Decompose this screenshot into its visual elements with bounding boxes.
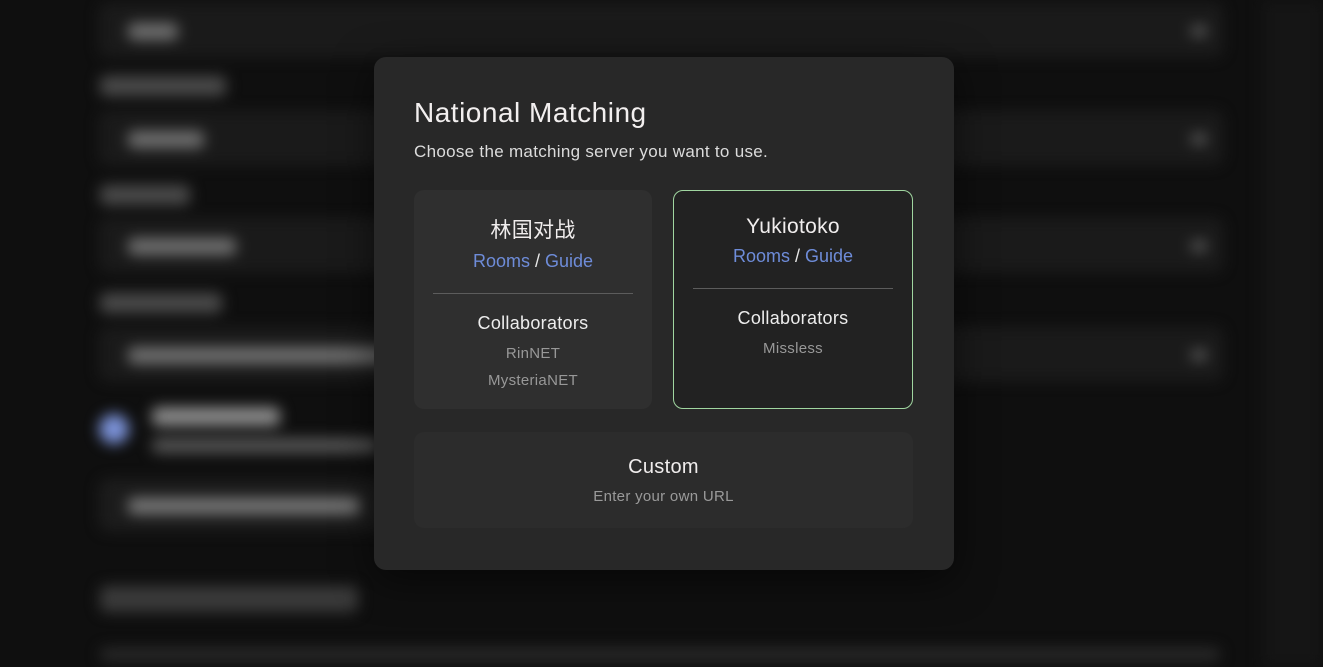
button-label-blur — [128, 498, 360, 514]
server-card-yukiotoko-selected[interactable]: Yukiotoko Rooms / Guide Collaborators Mi… — [673, 190, 913, 409]
guide-link[interactable]: Guide — [805, 246, 853, 266]
field-value-blur — [128, 23, 178, 40]
dialog-title: National Matching — [414, 97, 914, 129]
server-links: Rooms / Guide — [674, 246, 912, 267]
collaborator-item: MysteriaNET — [414, 367, 652, 394]
field-value-blur — [128, 347, 390, 364]
chevron-down-icon — [1191, 26, 1207, 36]
dialog-subtitle: Choose the matching server you want to u… — [414, 142, 914, 162]
chevron-down-icon — [1191, 134, 1207, 144]
rooms-link[interactable]: Rooms — [733, 246, 790, 266]
screen: National Matching Choose the matching se… — [0, 0, 1323, 667]
checkbox-checked-icon — [99, 414, 129, 444]
server-card-linguo[interactable]: 林国对战 Rooms / Guide Collaborators RinNET … — [414, 190, 652, 409]
background-select-field — [100, 4, 1222, 56]
collaborators-heading: Collaborators — [674, 308, 912, 329]
link-separator: / — [530, 251, 545, 271]
link-separator: / — [790, 246, 805, 266]
field-label-blur — [100, 293, 222, 313]
card-divider — [433, 293, 633, 294]
chevron-down-icon — [1191, 241, 1207, 251]
custom-subtitle: Enter your own URL — [593, 488, 733, 505]
collaborators-list: RinNET MysteriaNET — [414, 340, 652, 394]
checkbox-description-blur — [152, 438, 380, 453]
guide-link[interactable]: Guide — [545, 251, 593, 271]
note-text-blur — [100, 648, 1220, 661]
server-name: Yukiotoko — [674, 215, 912, 239]
rooms-link[interactable]: Rooms — [473, 251, 530, 271]
scrollbar-track[interactable] — [1262, 0, 1323, 667]
server-name: 林国对战 — [414, 214, 652, 244]
field-label-blur — [100, 185, 190, 205]
card-divider — [693, 288, 893, 289]
national-matching-dialog: National Matching Choose the matching se… — [374, 57, 954, 570]
chevron-down-icon — [1191, 350, 1207, 360]
checkbox-label-blur — [152, 407, 280, 426]
collaborators-list: Missless — [674, 335, 912, 362]
collaborators-heading: Collaborators — [414, 313, 652, 334]
field-value-blur — [128, 131, 204, 148]
server-options-row: 林国对战 Rooms / Guide Collaborators RinNET … — [414, 190, 914, 409]
field-label-blur — [100, 76, 226, 96]
custom-title: Custom — [628, 456, 699, 479]
collaborator-item: Missless — [674, 335, 912, 362]
field-value-blur — [128, 238, 236, 255]
server-links: Rooms / Guide — [414, 251, 652, 272]
section-heading-blur — [100, 586, 358, 612]
collaborator-item: RinNET — [414, 340, 652, 367]
custom-server-card[interactable]: Custom Enter your own URL — [414, 432, 913, 528]
